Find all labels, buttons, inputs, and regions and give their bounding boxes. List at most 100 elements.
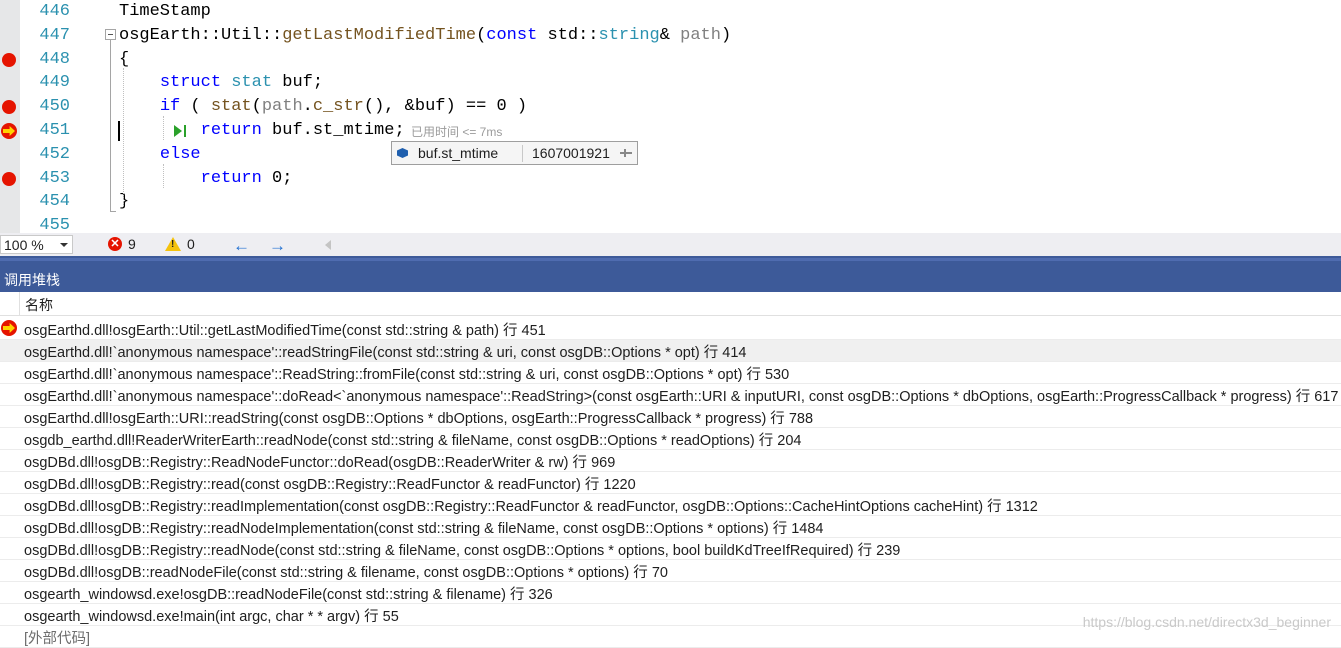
error-count[interactable]: 9 [128,236,136,252]
editor-status-bar: 100 % ✕ 9 ! 0 ← → [0,233,1341,256]
code-token: { [119,49,130,69]
code-token: stat [231,73,273,93]
code-token: 0; [261,168,293,188]
code-token: path [680,25,721,45]
pin-icon[interactable] [620,149,632,157]
code-token: std:: [537,25,599,45]
code-token: osgEarth::Util:: [119,25,283,45]
line-number: 455 [39,216,70,233]
code-line[interactable]: if ( stat(path.c_str(), &buf) == 0 ) [119,95,527,119]
code-token: ( [180,97,211,117]
call-stack-title: 调用堆栈 [4,272,60,288]
collapse-toggle[interactable] [105,29,116,40]
code-line[interactable]: return 0; [119,167,293,191]
call-stack-frame-text: [外部代码] [24,631,91,647]
field-icon [397,148,408,158]
warning-count[interactable]: 0 [187,236,195,252]
call-stack-frame-text: osgdb_earthd.dll!ReaderWriterEarth::read… [24,433,802,449]
code-token: else [159,144,201,164]
datatip[interactable]: buf.st_mtime 1607001921 [391,141,638,165]
current-statement-breakpoint-icon[interactable] [1,123,17,139]
breakpoint-margin[interactable] [0,0,20,233]
code-token: ) [720,25,732,45]
line-number: 451 [39,121,70,140]
call-stack-row[interactable]: osgDBd.dll!osgDB::Registry::readImplemen… [0,494,1341,516]
call-stack-row[interactable]: osgEarthd.dll!`anonymous namespace'::rea… [0,340,1341,362]
call-stack-row[interactable]: osgDBd.dll!osgDB::Registry::readNode(con… [0,538,1341,560]
code-token: return [200,168,262,188]
text-caret [118,121,120,141]
indent-guide [163,116,164,140]
line-number: 450 [39,97,70,117]
code-line[interactable]: { [119,48,129,72]
code-token: getLastModifiedTime [282,25,477,45]
code-token: TimeStamp [119,2,211,21]
code-line[interactable]: osgEarth::Util::getLastModifiedTime(cons… [119,24,731,48]
code-token: (), &buf) == 0 ) [363,97,528,117]
watermark: https://blog.csdn.net/directx3d_beginner [1082,614,1331,630]
code-line[interactable]: struct stat buf; [119,71,323,95]
scroll-left-icon[interactable] [325,240,331,250]
indent-guide [163,164,164,188]
call-stack-row[interactable]: osgdb_earthd.dll!ReaderWriterEarth::read… [0,428,1341,450]
run-to-click-icon[interactable] [174,125,188,137]
code-token: path [261,97,303,117]
call-stack-row[interactable]: osgDBd.dll!osgDB::Registry::readNodeImpl… [0,516,1341,538]
perf-tip: 已用时间 <= 7ms [411,125,503,139]
code-token: & [659,25,681,45]
call-stack-row[interactable]: osgDBd.dll!osgDB::Registry::ReadNodeFunc… [0,450,1341,472]
code-editor[interactable]: 446 TimeStamp447 osgEarth::Util::getLastMo… [0,0,1341,233]
zoom-dropdown[interactable]: 100 % [0,235,73,254]
call-stack-row[interactable]: osgEarthd.dll!`anonymous namespace'::Rea… [0,362,1341,384]
code-token: stat [210,97,252,117]
breakpoint-icon[interactable] [2,100,16,115]
datatip-name: buf.st_mtime [418,145,499,161]
error-icon[interactable]: ✕ [108,237,122,251]
datatip-value[interactable]: 1607001921 [532,145,610,161]
line-number: 446 [39,2,70,21]
navigate-back-icon[interactable]: ← [233,236,250,256]
code-token: c_str [312,97,364,117]
call-stack-header: 名称 [0,292,1341,316]
code-token: buf.st_mtime; [261,121,405,140]
column-header-name[interactable]: 名称 [25,295,53,315]
breakpoint-icon[interactable] [2,52,16,67]
call-stack-row[interactable]: osgearth_windowsd.exe!osgDB::readNodeFil… [0,582,1341,604]
code-token: const [486,25,538,45]
code-token: buf; [272,73,324,93]
line-number: 447 [39,25,70,45]
code-line[interactable]: } [119,190,129,214]
line-number: 449 [39,73,70,93]
call-stack-list[interactable]: osgEarthd.dll!osgEarth::Util::getLastMod… [0,318,1341,648]
header-gutter [0,292,20,316]
call-stack-frame-text: osgDBd.dll!osgDB::Registry::readNode(con… [24,543,901,559]
code-token: struct [159,73,222,93]
call-stack-row[interactable]: osgDBd.dll!osgDB::readNodeFile(const std… [0,560,1341,582]
pane-splitter[interactable] [0,256,1341,264]
indent-guide [123,68,124,206]
navigate-forward-icon[interactable]: → [269,236,286,256]
code-line[interactable]: else [119,143,201,167]
code-token: ( [251,97,262,117]
call-stack-row[interactable]: osgEarthd.dll!`anonymous namespace'::doR… [0,384,1341,406]
call-stack-row[interactable]: osgDBd.dll!osgDB::Registry::read(const o… [0,472,1341,494]
code-token: string [598,25,660,45]
code-token: } [119,192,130,212]
call-stack-frame-text: osgDBd.dll!osgDB::readNodeFile(const std… [24,565,668,581]
call-stack-frame-text: osgEarthd.dll!`anonymous namespace'::doR… [24,389,1339,405]
warning-icon[interactable]: ! [165,237,181,251]
call-stack-row[interactable]: osgEarthd.dll!osgEarth::URI::readString(… [0,406,1341,428]
call-stack-row[interactable]: osgEarthd.dll!osgEarth::Util::getLastMod… [0,318,1341,340]
code-token: ( [476,25,487,45]
call-stack-frame-text: osgDBd.dll!osgDB::Registry::ReadNodeFunc… [24,455,616,471]
code-line[interactable]: return buf.st_mtime; [119,119,405,143]
code-line[interactable]: TimeStamp [119,0,211,24]
breakpoint-icon[interactable] [2,171,16,186]
fold-guide [110,40,111,212]
call-stack-frame-text: osgEarthd.dll!`anonymous namespace'::Rea… [24,367,790,383]
call-stack-title-bar: 调用堆栈 [0,264,1341,292]
